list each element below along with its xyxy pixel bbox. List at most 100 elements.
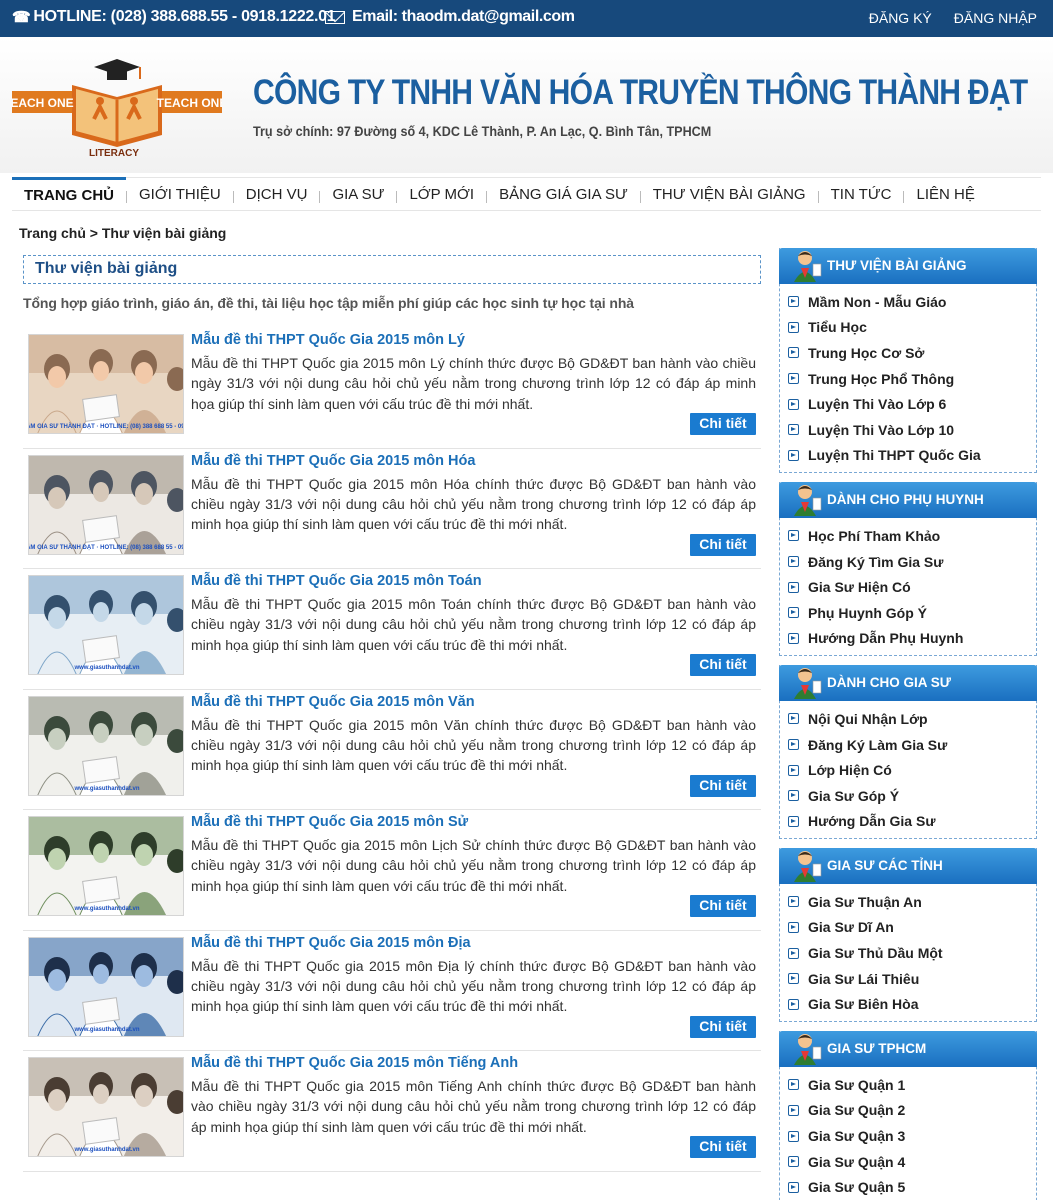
sidebar-link[interactable]: Gia Sư Quận 5 bbox=[788, 1174, 1036, 1200]
thumbnail-image: www.giasuthanhdat.vn bbox=[29, 817, 183, 915]
user-icon bbox=[794, 851, 822, 883]
article-title[interactable]: Mẫu đề thi THPT Quốc Gia 2015 môn Hóa bbox=[191, 453, 475, 469]
nav-item-bang-gia-gia-su[interactable]: BẢNG GIÁ GIA SƯ bbox=[487, 177, 640, 211]
sidebar-link[interactable]: Gia Sư Dĩ An bbox=[788, 915, 1036, 941]
hotline: ☎ HOTLINE: (028) 388.688.55 - 0918.1222.… bbox=[12, 8, 336, 26]
sidebar-link[interactable]: Gia Sư Quận 4 bbox=[788, 1149, 1036, 1175]
nav-item-lien-he[interactable]: LIÊN HỆ bbox=[904, 177, 986, 211]
article-thumbnail[interactable]: TRUNG TÂM GIA SƯ THÀNH ĐẠT · HOTLINE: (0… bbox=[28, 334, 184, 434]
sidebar-link[interactable]: Gia Sư Quận 1 bbox=[788, 1072, 1036, 1098]
sidebar-link[interactable]: Gia Sư Thuận An bbox=[788, 889, 1036, 915]
sidebar-link[interactable]: Đăng Ký Làm Gia Sư bbox=[788, 732, 1036, 758]
sidebar-link[interactable]: Học Phí Tham Khảo bbox=[788, 523, 1036, 549]
sidebar-link[interactable]: Trung Học Phổ Thông bbox=[788, 366, 1036, 392]
sidebar-link-label: Luyện Thi Vào Lớp 10 bbox=[808, 421, 955, 438]
nav-item-thu-vien-bai-giang[interactable]: THƯ VIỆN BÀI GIẢNG bbox=[641, 177, 818, 211]
sidebar-link-label: Đăng Ký Làm Gia Sư bbox=[808, 736, 948, 753]
article-thumbnail[interactable]: www.giasuthanhdat.vn bbox=[28, 816, 184, 916]
article-thumbnail[interactable]: www.giasuthanhdat.vn bbox=[28, 936, 184, 1037]
sidebar-link[interactable]: Gia Sư Hiện Có bbox=[788, 574, 1036, 600]
email-text[interactable]: Email: thaodm.dat@gmail.com bbox=[352, 8, 575, 26]
article-summary: Mẫu đề thi THPT Quốc gia 2015 môn Toán c… bbox=[191, 596, 756, 653]
article-title[interactable]: Mẫu đề thi THPT Quốc Gia 2015 môn Tiếng … bbox=[191, 1055, 518, 1071]
sidebar-link-label: Gia Sư Hiện Có bbox=[808, 579, 911, 596]
detail-button[interactable]: Chi tiết bbox=[690, 895, 756, 917]
arrow-icon bbox=[788, 1079, 799, 1091]
article-title[interactable]: Mẫu đề thi THPT Quốc Gia 2015 môn Sử bbox=[191, 814, 468, 830]
detail-button[interactable]: Chi tiết bbox=[690, 1136, 756, 1158]
article-thumbnail[interactable]: www.giasuthanhdat.vn bbox=[28, 1057, 184, 1157]
arrow-icon bbox=[788, 921, 799, 933]
sidebar-link[interactable]: Phụ Huynh Góp Ý bbox=[788, 600, 1036, 626]
detail-button[interactable]: Chi tiết bbox=[690, 1015, 756, 1038]
thumbnail-watermark: TRUNG TÂM GIA SƯ THÀNH ĐẠT · HOTLINE: (0… bbox=[29, 544, 184, 551]
article-summary: Mẫu đề thi THPT Quốc gia 2015 môn Lịch S… bbox=[191, 837, 756, 894]
sidebar-link-label: Gia Sư Quận 3 bbox=[808, 1128, 906, 1145]
article-thumbnail[interactable]: TRUNG TÂM GIA SƯ THÀNH ĐẠT · HOTLINE: (0… bbox=[28, 454, 184, 555]
article-title[interactable]: Mẫu đề thi THPT Quốc Gia 2015 môn Văn bbox=[191, 694, 475, 710]
sidebar-box-gia-su-cac-tinh: GIA SƯ CÁC TỈNH Gia Sư Thuận An Gia Sư Dĩ… bbox=[779, 848, 1037, 1023]
auth-links: ĐĂNG KÝ ĐĂNG NHẬP bbox=[869, 10, 1037, 26]
site-logo[interactable]: EACH ONE TEACH ONE LITERACY bbox=[12, 57, 222, 157]
sidebar-box-gia-su-tphcm: GIA SƯ TPHCM Gia Sư Quận 1 Gia Sư Quận 2G… bbox=[779, 1031, 1037, 1200]
sidebar-link-list: Gia Sư Quận 1 Gia Sư Quận 2 Gia Sư Quận 3 G… bbox=[780, 1067, 1036, 1200]
article-title[interactable]: Mẫu đề thi THPT Quốc Gia 2015 môn Địa bbox=[191, 935, 471, 951]
logo-text-right: TEACH ONE bbox=[157, 96, 222, 110]
thumbnail-watermark: www.giasuthanhdat.vn bbox=[73, 1027, 139, 1033]
sidebar-link-list: Mầm Non - Mẫu Giáo Tiểu Học Trung Học Cơ S… bbox=[780, 284, 1036, 472]
sidebar-link-label: Gia Sư Thủ Dầu Một bbox=[808, 945, 943, 962]
nav-item-dich-vu[interactable]: DỊCH VỤ bbox=[234, 177, 320, 211]
logo-text-left: EACH ONE bbox=[12, 96, 74, 110]
sidebar-box-title: DÀNH CHO GIA SƯ bbox=[827, 675, 951, 691]
article-summary: Mẫu đề thi THPT Quốc gia 2015 môn Hóa ch… bbox=[191, 475, 756, 533]
sidebar-box-danh-cho-gia-su: DÀNH CHO GIA SƯ Nội Qui Nhận Lớp Đăng Ký … bbox=[779, 665, 1037, 840]
sidebar-link[interactable]: Luyện Thi THPT Quốc Gia bbox=[788, 443, 1036, 469]
sidebar-link[interactable]: Gia Sư Quận 2 bbox=[788, 1098, 1036, 1124]
arrow-icon bbox=[788, 947, 799, 959]
nav-item-trang-chu[interactable]: TRANG CHỦ bbox=[12, 177, 126, 211]
detail-button[interactable]: Chi tiết bbox=[690, 654, 756, 676]
article-item: TRUNG TÂM GIA SƯ THÀNH ĐẠT · HOTLINE: (0… bbox=[23, 449, 761, 569]
sidebar-link-label: Trung Học Cơ Sở bbox=[808, 344, 925, 361]
sidebar-link[interactable]: Hướng Dẫn Gia Sư bbox=[788, 809, 1036, 835]
sidebar-link-label: Hướng Dẫn Gia Sư bbox=[808, 813, 936, 830]
sidebar-link[interactable]: Luyện Thi Vào Lớp 10 bbox=[788, 417, 1036, 443]
sidebar-link[interactable]: Luyện Thi Vào Lớp 6 bbox=[788, 391, 1036, 417]
hotline-text: HOTLINE: (028) 388.688.55 - 0918.1222.01 bbox=[33, 8, 336, 25]
article-title[interactable]: Mẫu đề thi THPT Quốc Gia 2015 môn Lý bbox=[191, 332, 465, 348]
detail-button[interactable]: Chi tiết bbox=[690, 774, 756, 797]
article-thumbnail[interactable]: www.giasuthanhdat.vn bbox=[28, 695, 184, 796]
article-summary: Mẫu đề thi THPT Quốc gia 2015 môn Văn ch… bbox=[191, 716, 756, 774]
sidebar-link[interactable]: Tiểu Học bbox=[788, 315, 1036, 341]
detail-button[interactable]: Chi tiết bbox=[690, 533, 756, 556]
nav-item-tin-tuc[interactable]: TIN TỨC bbox=[819, 177, 904, 211]
article-title[interactable]: Mẫu đề thi THPT Quốc Gia 2015 môn Toán bbox=[191, 573, 482, 589]
sidebar-box-title: DÀNH CHO PHỤ HUYNH bbox=[827, 492, 984, 508]
register-link[interactable]: ĐĂNG KÝ bbox=[869, 10, 932, 26]
nav-item-gia-su[interactable]: GIA SƯ bbox=[320, 177, 396, 211]
envelope-icon bbox=[325, 10, 345, 24]
sidebar-link[interactable]: Lớp Hiện Có bbox=[788, 757, 1036, 783]
detail-button[interactable]: Chi tiết bbox=[690, 413, 756, 435]
sidebar-link[interactable]: Gia Sư Thủ Dầu Một bbox=[788, 940, 1036, 966]
sidebar-link[interactable]: Gia Sư Góp Ý bbox=[788, 783, 1036, 809]
sidebar-link[interactable]: Gia Sư Quận 3 bbox=[788, 1123, 1036, 1149]
site-header: EACH ONE TEACH ONE LITERACY CÔNG TY TNHH… bbox=[0, 37, 1053, 173]
sidebar-box-header: THƯ VIỆN BÀI GIẢNG bbox=[779, 248, 1037, 284]
article-thumbnail[interactable]: www.giasuthanhdat.vn bbox=[28, 575, 184, 675]
thumbnail-image: TRUNG TÂM GIA SƯ THÀNH ĐẠT · HOTLINE: (0… bbox=[29, 335, 183, 433]
login-link[interactable]: ĐĂNG NHẬP bbox=[954, 10, 1037, 26]
nav-item-lop-moi[interactable]: LỚP MỚI bbox=[397, 177, 486, 211]
sidebar-link[interactable]: Nội Qui Nhận Lớp bbox=[788, 706, 1036, 732]
sidebar-link[interactable]: Hướng Dẫn Phụ Huynh bbox=[788, 626, 1036, 652]
nav-item-gioi-thieu[interactable]: GIỚI THIỆU bbox=[127, 177, 233, 211]
article-item: www.giasuthanhdat.vn Mẫu đề thi THPT Quố… bbox=[23, 1051, 761, 1172]
sidebar-link[interactable]: Trung Học Cơ Sở bbox=[788, 340, 1036, 366]
sidebar-link[interactable]: Gia Sư Lái Thiêu bbox=[788, 966, 1036, 992]
sidebar-link[interactable]: Đăng Ký Tìm Gia Sư bbox=[788, 549, 1036, 575]
article-item: www.giasuthanhdat.vn Mẫu đề thi THPT Quố… bbox=[23, 690, 761, 810]
sidebar-box-header: GIA SƯ TPHCM bbox=[779, 1031, 1037, 1068]
sidebar-link[interactable]: Mầm Non - Mẫu Giáo bbox=[788, 289, 1036, 315]
email[interactable]: Email: thaodm.dat@gmail.com bbox=[325, 8, 575, 26]
sidebar-link[interactable]: Gia Sư Biên Hòa bbox=[788, 991, 1036, 1017]
